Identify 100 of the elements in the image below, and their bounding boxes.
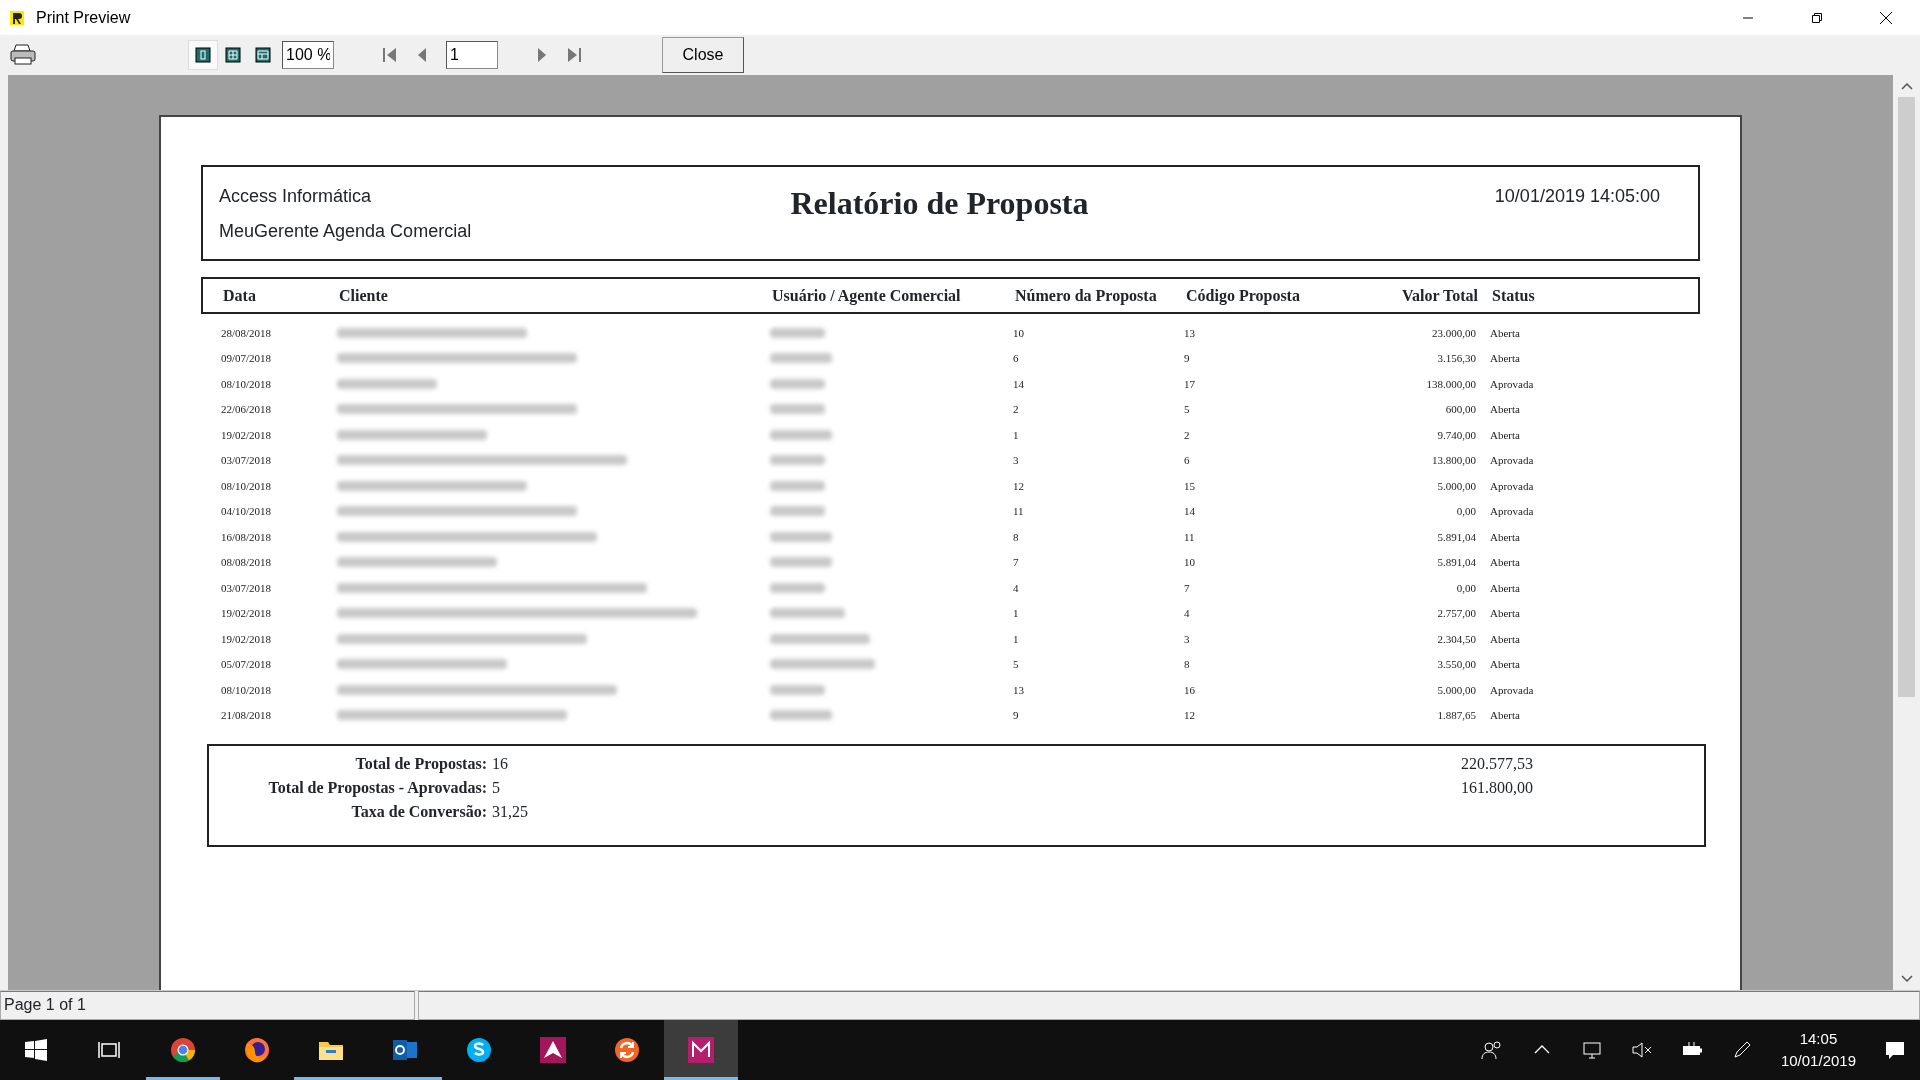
redacted-text <box>770 429 832 440</box>
status-cell: Aberta <box>1490 428 1520 441</box>
number-cell: 1 <box>1013 428 1019 441</box>
date-cell: 16/08/2018 <box>221 530 272 543</box>
column-header: Status <box>1491 285 1535 306</box>
report-datetime: 10/01/2019 14:05:00 <box>1493 185 1660 208</box>
value-cell: 5.891,04 <box>1437 530 1476 543</box>
status-cell: Aberta <box>1490 556 1520 568</box>
firefox-icon <box>243 1036 271 1064</box>
column-header: Número da Proposta <box>1015 285 1158 307</box>
code-cell: 12 <box>1184 709 1195 721</box>
status-cell: Aberta <box>1490 658 1520 670</box>
value-cell: 600,00 <box>1445 403 1476 415</box>
number-cell: 9 <box>1013 709 1019 721</box>
close-icon <box>1878 10 1893 25</box>
column-header: Cliente <box>339 285 389 306</box>
close-button[interactable]: Close <box>662 37 744 73</box>
code-cell: 4 <box>1184 607 1190 619</box>
date-cell: 22/06/2018 <box>221 403 272 415</box>
redacted-text <box>770 353 832 364</box>
value-cell: 3.156,30 <box>1437 352 1476 364</box>
window-title: Print Preview <box>36 7 131 28</box>
status-cell: Aberta <box>1490 530 1520 543</box>
status-text: Page 1 of 1 <box>0 991 415 1020</box>
taskbar-app-button[interactable] <box>664 1020 738 1080</box>
scrollbar-thumb[interactable] <box>1898 97 1915 697</box>
date-cell: 08/08/2018 <box>221 556 272 568</box>
number-cell: 1 <box>1013 632 1019 645</box>
number-cell: 10 <box>1013 326 1024 339</box>
date-cell: 03/07/2018 <box>221 454 272 466</box>
code-cell: 10 <box>1184 556 1195 568</box>
number-cell: 5 <box>1013 658 1019 670</box>
multi-page-icon <box>255 46 271 64</box>
status-cell: Aprovada <box>1490 479 1534 492</box>
total-label: Total de Propostas - Aprovadas: <box>268 779 487 796</box>
status-cell: Aberta <box>1490 581 1520 594</box>
total-label: Taxa de Conversão: <box>351 803 487 820</box>
date-cell: 19/02/2018 <box>221 428 272 441</box>
value-cell: 0,00 <box>1456 581 1476 594</box>
view-mode-button[interactable] <box>188 40 218 70</box>
date-cell: 03/07/2018 <box>221 581 272 594</box>
network-icon[interactable] <box>1580 1039 1603 1061</box>
status-cell: Aberta <box>1490 326 1520 339</box>
number-cell: 2 <box>1013 403 1019 415</box>
number-cell: 6 <box>1013 352 1019 364</box>
people-icon[interactable] <box>1480 1039 1503 1061</box>
number-cell: 14 <box>1013 377 1024 390</box>
value-cell: 5.000,00 <box>1437 683 1476 696</box>
value-cell: 2.757,00 <box>1437 607 1476 619</box>
zoom-field[interactable]: 100 % <box>282 41 334 69</box>
column-header: Usuário / Agente Comercial <box>772 285 962 307</box>
total-amount: 220.577,53 <box>1461 755 1533 772</box>
company-name: Access Informática <box>219 185 373 208</box>
date-cell: 28/08/2018 <box>221 326 272 339</box>
date-cell: 08/10/2018 <box>221 479 272 492</box>
code-cell: 14 <box>1184 505 1195 517</box>
code-cell: 8 <box>1184 658 1190 670</box>
page-field[interactable]: 1 <box>446 41 498 69</box>
redacted-text <box>770 531 832 542</box>
code-cell: 17 <box>1184 377 1195 390</box>
total-value: 16 <box>492 755 508 772</box>
number-cell: 1 <box>1013 607 1019 619</box>
number-cell: 13 <box>1013 683 1024 696</box>
code-cell: 3 <box>1184 632 1190 645</box>
date-cell: 08/10/2018 <box>221 377 272 390</box>
value-cell: 0,00 <box>1456 505 1476 517</box>
volume-muted-icon[interactable] <box>1630 1039 1653 1061</box>
redacted-text <box>770 378 825 389</box>
windows-logo-icon <box>25 1039 47 1061</box>
value-cell: 138.000,00 <box>1426 377 1476 390</box>
code-cell: 2 <box>1184 428 1190 441</box>
app-icon <box>8 8 26 27</box>
task-view-icon <box>98 1040 120 1060</box>
code-cell: 7 <box>1184 581 1190 594</box>
clock-date: 10/01/2019 <box>1780 1051 1856 1071</box>
code-cell: 16 <box>1184 683 1195 696</box>
redacted-text <box>770 582 825 593</box>
total-value: 5 <box>492 779 500 796</box>
clock-time: 14:05 <box>1798 1029 1839 1050</box>
value-cell: 1.887,65 <box>1437 709 1476 721</box>
code-cell: 13 <box>1184 326 1195 339</box>
two-page-icon <box>225 46 241 64</box>
column-header: Valor Total <box>1400 285 1478 306</box>
redacted-text <box>770 480 825 491</box>
printer-icon[interactable] <box>10 43 36 67</box>
status-cell: Aprovada <box>1490 505 1534 517</box>
notification-icon[interactable] <box>1884 1039 1906 1061</box>
total-value: 31,25 <box>492 803 528 820</box>
triangle-app-icon <box>539 1036 567 1064</box>
date-cell: 09/07/2018 <box>221 352 272 364</box>
redacted-text <box>770 710 832 721</box>
date-cell: 05/07/2018 <box>221 658 272 670</box>
column-header: Código Proposta <box>1186 285 1301 307</box>
number-cell: 11 <box>1013 505 1024 517</box>
status-cell: Aprovada <box>1490 454 1534 466</box>
sync-icon <box>613 1036 641 1064</box>
status-cell: Aberta <box>1490 709 1520 721</box>
number-cell: 4 <box>1013 581 1019 594</box>
value-cell: 5.000,00 <box>1437 479 1476 492</box>
code-cell: 6 <box>1184 454 1190 466</box>
